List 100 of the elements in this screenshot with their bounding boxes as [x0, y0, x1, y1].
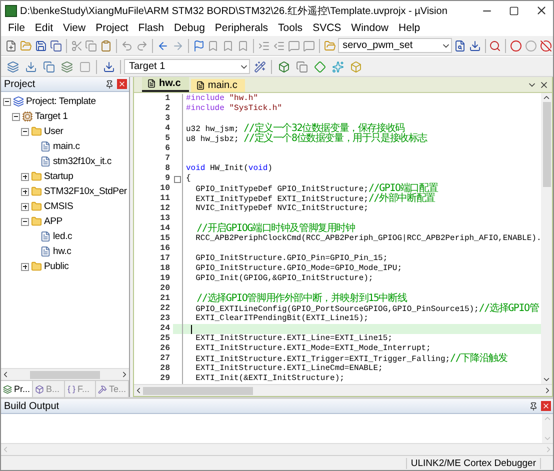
scrollbar-thumb[interactable] [542, 102, 550, 187]
scrollbar-thumb[interactable] [30, 370, 100, 378]
folder-icon [31, 186, 42, 197]
tree-item[interactable]: Startup [44, 171, 74, 182]
close-button[interactable] [541, 401, 551, 411]
tree-item[interactable]: stm32f10x_it.c [53, 156, 112, 167]
tree-item[interactable]: APP [44, 216, 62, 227]
code-line: NVIC_InitTypeDef NVIC_InitStructure; [194, 204, 368, 214]
close-icon[interactable] [534, 4, 548, 17]
close-icon[interactable] [539, 80, 549, 90]
file-icon [196, 81, 205, 90]
folder-icon [31, 171, 42, 182]
menu-item[interactable]: Window [346, 22, 394, 34]
tree-item[interactable]: Public [44, 261, 69, 272]
collapse-toggle[interactable] [21, 218, 29, 226]
file-tab[interactable]: hw.c [142, 77, 189, 92]
braces-icon [66, 384, 76, 394]
expand-toggle[interactable] [21, 188, 29, 196]
code-line: EXTI_InitStructure.EXTI_Line=EXTI_Line15; [194, 334, 392, 344]
scroll-up-icon[interactable] [542, 93, 551, 102]
window-title: D:\benkeStudy\XiangMuFile\ARM STM32 BORD\STM32\26.红外遥控\Template.uvprojx - µVision [20, 4, 448, 18]
scroll-down-icon[interactable] [542, 375, 551, 384]
fold-marker-icon[interactable] [174, 176, 181, 182]
code-line: GPIO_Init(GPIOG,&GPIO_InitStructure); [194, 274, 374, 284]
expand-toggle[interactable] [21, 202, 29, 210]
menu-item[interactable]: View [58, 22, 91, 34]
collapse-toggle[interactable] [12, 112, 20, 120]
code-line: #include "SysTick.h" [185, 104, 282, 114]
file-icon [40, 156, 51, 167]
code-line: u32 hw_jsm; //定义一个32位数据变量，保存接收码 [185, 124, 404, 134]
chip-icon [22, 111, 33, 122]
menu-item[interactable]: Help [394, 22, 426, 34]
code-line: EXTI_ClearITPendingBit(EXTI_Line15); [194, 314, 368, 324]
code-line: #include "hw.h" [185, 94, 258, 104]
code-line: GPIO_InitStructure.GPIO_Mode=GPIO_Mode_IPU; [194, 264, 402, 274]
menu-item[interactable]: Edit [30, 22, 58, 34]
tree-item[interactable]: STM32F10x_StdPer [44, 186, 127, 197]
cube-icon [35, 384, 44, 394]
scroll-right-icon[interactable] [120, 370, 129, 379]
code-line: EXTI_InitStructure.EXTI_Trigger=EXTI_Trigger_Falling;//下降沿触发 [194, 354, 508, 364]
menu-item[interactable]: Project [90, 22, 134, 34]
code-line: GPIO_InitStructure.GPIO_Pin=GPIO_Pin_15; [194, 254, 388, 264]
expand-toggle[interactable] [21, 262, 29, 270]
tree-item[interactable]: main.c [53, 141, 80, 152]
menu-item[interactable]: Tools [273, 22, 308, 34]
file-icon [147, 79, 156, 88]
code-line: EXTI_InitTypeDef EXTI_InitStructure;//外部中断配置 [194, 194, 435, 204]
scroll-right-icon[interactable] [543, 386, 552, 395]
code-line: //选择GPIO管脚用作外部中断，并映射到15中断线 [196, 294, 407, 304]
scroll-left-icon[interactable] [134, 386, 143, 395]
code-line: EXTI_Init(&EXTI_InitStructure); [194, 374, 344, 384]
panel-tab[interactable]: Pr... [1, 381, 34, 397]
code-line: EXTI_InitStructure.EXTI_Mode=EXTI_Mode_Interrupt; [194, 344, 431, 354]
text-cursor [191, 324, 192, 334]
file-tab[interactable]: main.c [190, 79, 246, 92]
code-line: GPIO_InitTypeDef GPIO_InitStructure;//GPIO端口配置 [194, 184, 438, 194]
code-line: void HW_Init(void) [185, 164, 272, 174]
hammer-icon [98, 384, 107, 394]
panel-title: Build Output [4, 400, 60, 412]
menu-item[interactable]: Flash [133, 22, 169, 34]
pin-icon[interactable] [105, 80, 114, 88]
tree-item[interactable]: User [44, 126, 64, 137]
tree-item[interactable]: Project: Template [26, 96, 96, 107]
menu-item[interactable]: Peripherals [210, 22, 274, 34]
code-line: { [185, 174, 191, 184]
file-icon [40, 231, 51, 242]
scrollbar-thumb[interactable] [143, 386, 253, 394]
menu-item[interactable]: Debug [168, 22, 210, 34]
tree-item[interactable]: Target 1 [35, 111, 68, 122]
maximize-icon[interactable] [509, 6, 519, 16]
tree-item[interactable]: hw.c [53, 246, 72, 257]
tree-item[interactable]: led.c [53, 231, 72, 242]
code-line: //开启GPIOG端口时钟及管脚复用时钟 [196, 224, 355, 234]
tree-item[interactable]: CMSIS [44, 201, 74, 212]
layers-icon [3, 384, 12, 394]
close-button[interactable] [117, 79, 127, 89]
folder-icon [31, 216, 42, 227]
code-line: GPIO_EXTILineConfig(GPIO_PortSourceGPIOG,GPIO_PinSource15);//选择GPIO管 [194, 304, 539, 314]
status-text: ULINK2/ME Cortex Debugger [406, 458, 541, 468]
code-line: RCC_APB2PeriphClockCmd(RCC_APB2Periph_GPIOG|RCC_APB2Periph_AFIO,ENABLE). [194, 234, 541, 244]
panel-title: Project [4, 78, 36, 90]
scroll-left-icon[interactable] [1, 370, 10, 379]
target-combo[interactable]: Target 1 [124, 59, 250, 74]
app-icon [5, 4, 17, 16]
file-icon [40, 141, 51, 152]
file-icon [40, 246, 51, 257]
expand-toggle[interactable] [21, 172, 29, 180]
pin-icon[interactable] [529, 402, 538, 410]
menu-item[interactable]: File [3, 22, 30, 34]
layers-icon [13, 96, 24, 107]
code-line: u8 hw_jsbz; //定义一个8位数据变量，用于只是接收标志 [185, 134, 427, 144]
folder-icon [31, 261, 42, 272]
collapse-toggle[interactable] [21, 128, 29, 136]
menu-item[interactable]: SVCS [308, 22, 346, 34]
line-number: 24 [134, 324, 173, 334]
code-line: EXTI_InitStructure.EXTI_LineCmd=ENABLE; [194, 364, 383, 374]
collapse-toggle[interactable] [3, 98, 11, 106]
find-combo[interactable]: servo_pwm_set [338, 38, 452, 53]
folder-icon [31, 201, 42, 212]
folder-icon [31, 126, 42, 137]
